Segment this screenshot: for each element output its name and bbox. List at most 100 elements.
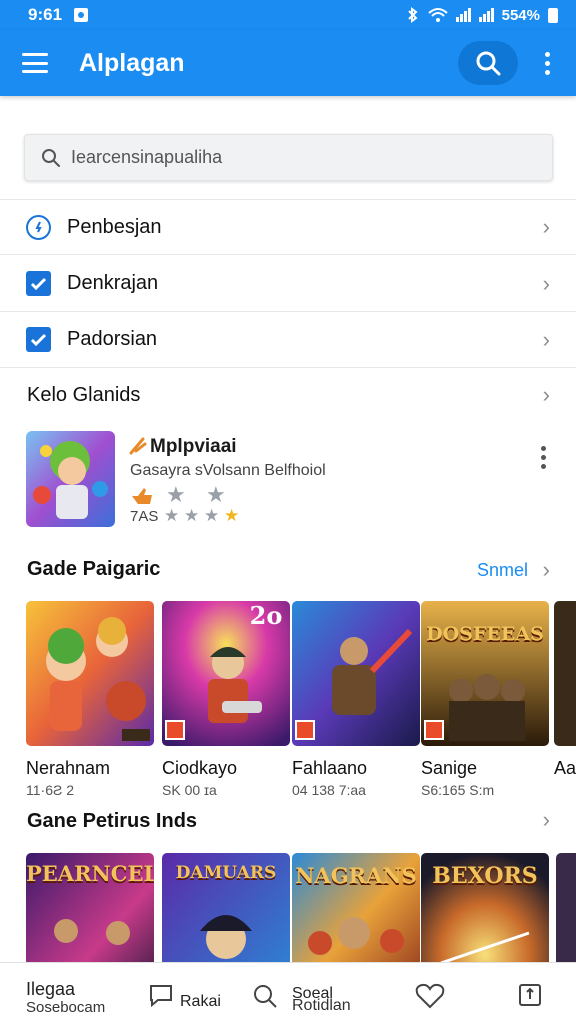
game-card[interactable]: NAGRANS [292, 853, 420, 963]
game-carousel[interactable]: Nerahnam 11·6Ƨ 2 2o Ciodkayo SK 00 ɪa Fa… [0, 601, 576, 801]
checkbox-icon[interactable] [26, 327, 51, 352]
status-bar: 9:61 554% [0, 0, 576, 30]
battery-icon [548, 7, 558, 23]
game-art [26, 601, 154, 746]
search-icon [42, 148, 60, 167]
game-name: Nerahnam [26, 758, 111, 778]
featured-app-stats: 7AS ★ ★ ★ ★ ★ ★ [130, 482, 260, 528]
battery-percent: 554% [501, 6, 540, 24]
game-card[interactable]: Aa [554, 601, 576, 779]
signal-icon [455, 8, 471, 22]
card-art-title: PEARNCEL [26, 861, 154, 886]
game-art [554, 601, 576, 746]
section-title-featured: Kelo Glanids [27, 384, 141, 406]
game-card[interactable]: BEXORS [421, 853, 549, 963]
menu-row-denkrajan[interactable]: Denkrajan › [0, 256, 576, 312]
chevron-right-icon: › [542, 270, 550, 296]
search-button[interactable] [458, 41, 518, 85]
card-art-title: DOSFEEAS [426, 623, 544, 645]
more-options-icon[interactable] [541, 446, 546, 469]
featured-app[interactable]: Mplpviaai Gasayra sVolsann Belfhoiol 7AS… [0, 428, 576, 530]
featured-app-title: Mplpviaai [150, 436, 237, 457]
game-name: Sanige [421, 758, 478, 778]
chevron-right-icon[interactable]: › [543, 807, 550, 833]
clock-icon [26, 214, 51, 240]
menu-row-label: Denkrajan [67, 272, 159, 294]
game-card[interactable]: 2o Ciodkayo SK 00 ɪa [162, 601, 290, 798]
wifi-icon [427, 8, 448, 22]
search-bar[interactable] [24, 134, 553, 181]
notification-icon [74, 8, 89, 22]
status-right: 554% [406, 7, 558, 24]
game-meta: SK 00 ɪa [162, 782, 217, 798]
bluetooth-icon [407, 7, 418, 23]
flame-icon [129, 437, 147, 455]
featured-app-subtitle: Gasayra sVolsann Belfhoiol [130, 462, 326, 479]
menu-row-label: Padorsian [67, 328, 158, 350]
nav-item-home[interactable]: Ilegaa Sosebocam [0, 963, 130, 1024]
search-icon [254, 985, 277, 1008]
nav-sublabel: Sosebocam [26, 999, 106, 1016]
game-card[interactable]: PEARNCEL [26, 853, 154, 963]
game-card[interactable] [556, 853, 576, 963]
chevron-right-icon[interactable]: › [543, 382, 550, 408]
game-art: NAGRANS [292, 853, 420, 963]
see-all-link[interactable]: Snmel [477, 560, 528, 581]
card-art-title: NAGRANS [295, 863, 417, 888]
star-icon: ★ [206, 482, 226, 507]
nav-item-search[interactable]: Soeal Rotidlan [250, 963, 380, 1024]
checkbox-icon[interactable] [26, 271, 51, 296]
game-meta: 04 138 7:aa [292, 782, 366, 798]
hamburger-menu-icon[interactable] [22, 53, 48, 73]
status-time: 9:61 [28, 5, 63, 24]
game-name: Aa [554, 758, 576, 778]
card-art-title: 2o [249, 601, 283, 630]
game-card[interactable]: Nerahnam 11·6Ƨ 2 [26, 601, 154, 798]
game-art: DAMUARS [162, 853, 290, 963]
menu-row-penbesjan[interactable]: Penbesjan › [0, 199, 576, 255]
star-icon: ★ [224, 506, 240, 525]
section-title-games: Gade Paigaric [27, 558, 161, 580]
featured-app-art[interactable] [26, 431, 115, 527]
nav-label: Rakai [180, 993, 221, 1010]
heart-icon [415, 983, 445, 1009]
game-card[interactable]: Fahlaano 04 138 7:aa [292, 601, 420, 798]
game-art: BEXORS [421, 853, 549, 963]
nav-label: Ilegaa [26, 979, 76, 999]
game-name: Fahlaano [292, 758, 368, 778]
share-icon [519, 984, 541, 1006]
game-art [292, 601, 420, 746]
bottom-navigation: Ilegaa Sosebocam Rakai Soeal Rotidlan [0, 962, 576, 1024]
featured-app-count: 7AS [130, 508, 159, 525]
menu-row-label: Penbesjan [67, 215, 162, 238]
section-title-game-picks: Gane Petirus Inds [27, 810, 198, 832]
thumb-icon [132, 488, 152, 504]
game-art: 2o [162, 601, 290, 746]
search-icon [476, 51, 501, 76]
card-art-title: BEXORS [432, 863, 538, 889]
chevron-right-icon[interactable]: › [543, 557, 550, 583]
star-icon: ★ [166, 482, 186, 507]
game-art: DOSFEEAS [421, 601, 549, 746]
app-bar: Alplagan [0, 30, 576, 96]
nav-item-rakai[interactable]: Rakai [140, 963, 250, 1024]
game-carousel-2[interactable]: PEARNCEL DAMUARS NAGRANS BEXORS [0, 853, 576, 963]
star-icon: ★ [204, 506, 220, 525]
game-card[interactable]: DOSFEEAS Sanige S6:165 S:m [421, 601, 549, 798]
nav-item-share[interactable] [500, 963, 576, 1024]
app-title: Alplagan [79, 48, 185, 77]
menu-row-padorsian[interactable]: Padorsian › [0, 312, 576, 368]
game-name: Ciodkayo [162, 758, 238, 778]
nav-sublabel: Rotidlan [292, 997, 351, 1014]
search-input[interactable] [71, 147, 511, 168]
chevron-right-icon: › [542, 214, 550, 239]
game-meta: S6:165 S:m [421, 782, 495, 798]
chat-icon [150, 985, 172, 1007]
star-icon: ★ [184, 506, 200, 525]
game-art: PEARNCEL [26, 853, 154, 963]
nav-item-favorites[interactable] [400, 963, 470, 1024]
game-card[interactable]: DAMUARS [162, 853, 290, 963]
more-options-icon[interactable] [536, 51, 558, 75]
game-meta: 11·6Ƨ 2 [26, 782, 74, 798]
chevron-right-icon: › [542, 326, 550, 352]
